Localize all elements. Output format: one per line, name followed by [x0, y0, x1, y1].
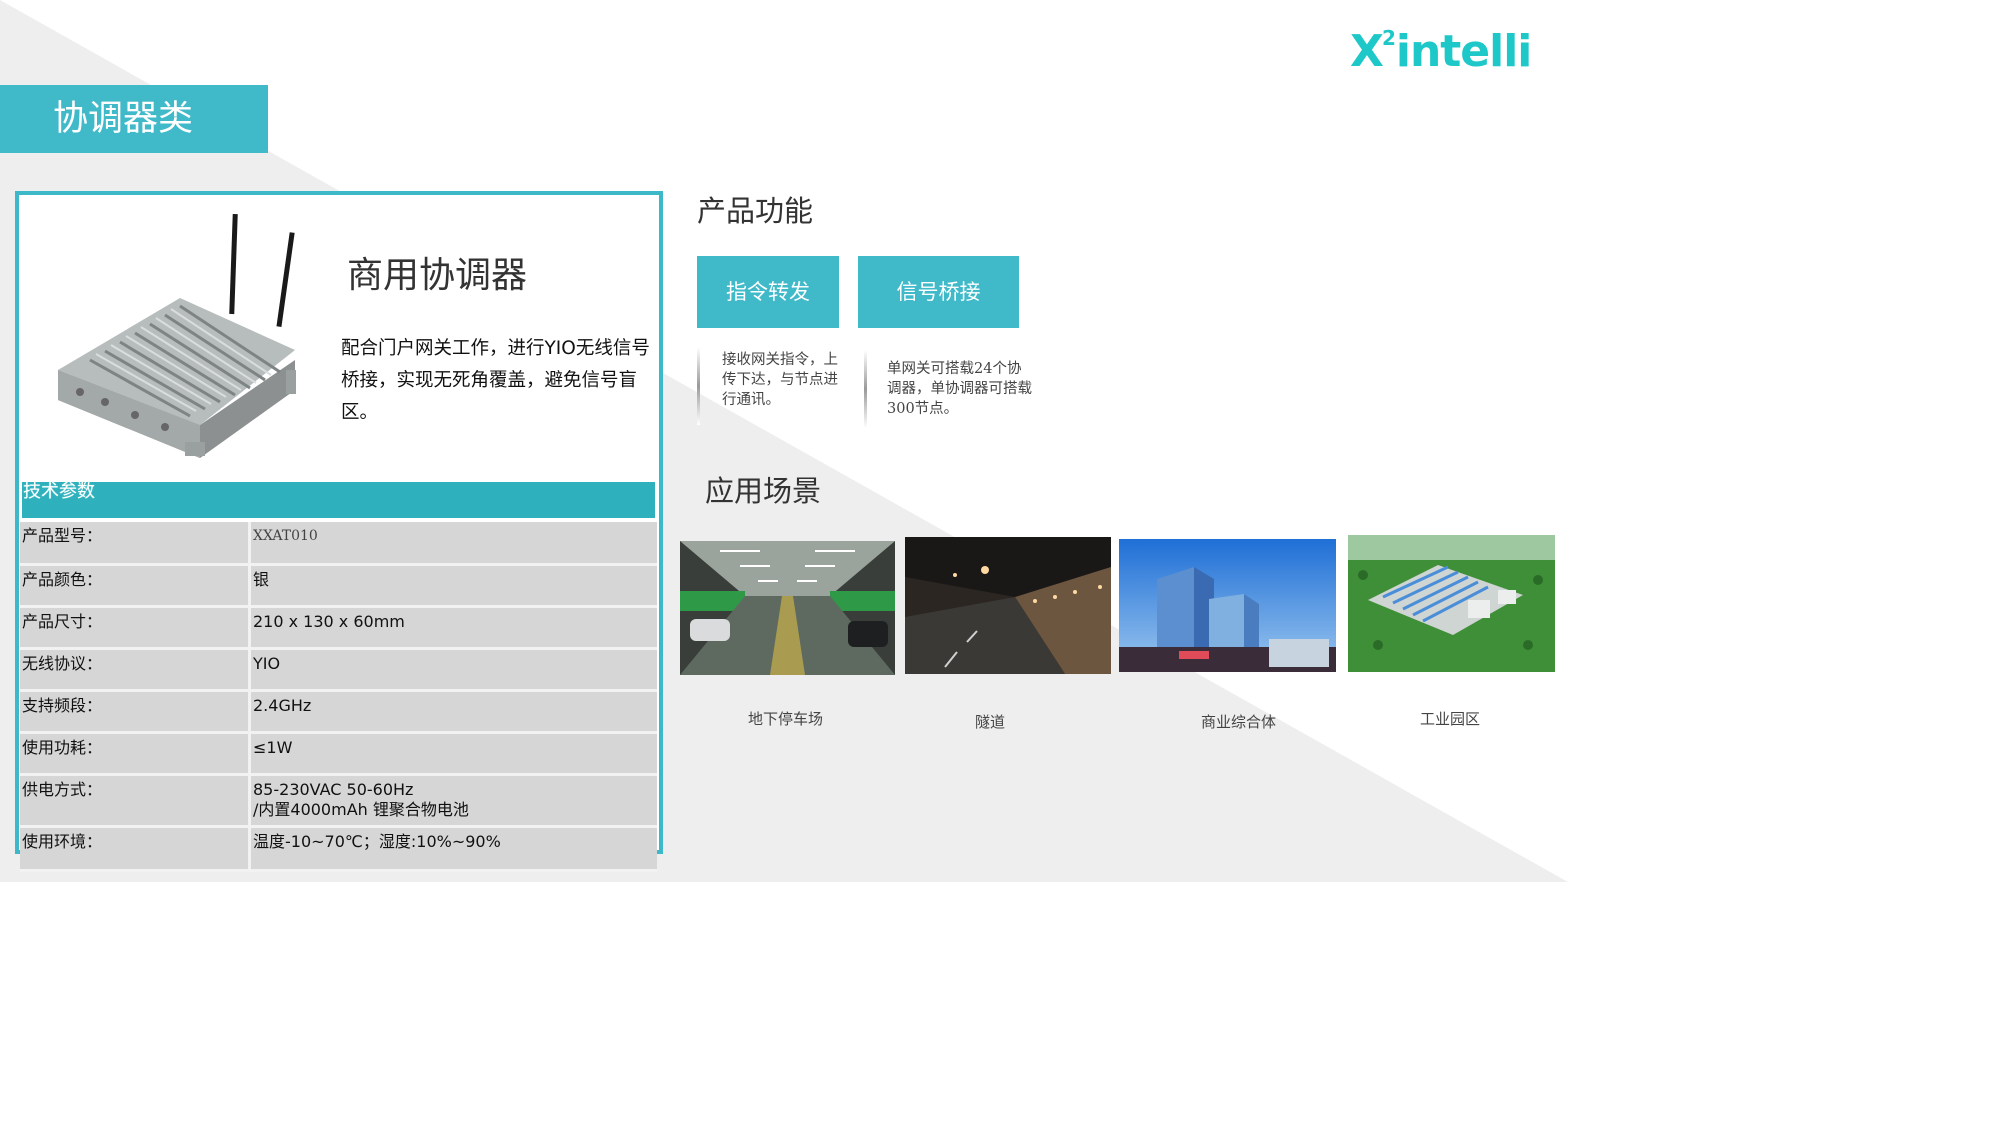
- industrial-park-image: [1348, 535, 1555, 672]
- feature-command-forward-button[interactable]: 指令转发: [697, 256, 839, 328]
- spec-value: 210 x 130 x 60mm: [249, 606, 657, 650]
- spec-value: XXAT010: [249, 522, 657, 566]
- table-row: 产品型号： XXAT010: [20, 522, 657, 566]
- feature-divider: [864, 350, 867, 428]
- product-name: 商用协调器: [347, 255, 528, 296]
- scenarios-title: 应用场景: [705, 474, 822, 508]
- table-row: 产品尺寸： 210 x 130 x 60mm: [20, 606, 657, 650]
- brand-logo: X 2 intelli: [1350, 26, 1533, 78]
- tunnel-image: [905, 537, 1111, 674]
- coordinator-device-image: [58, 213, 296, 458]
- spec-label: 无线协议：: [20, 648, 251, 692]
- scenario-caption: 商业综合体: [1201, 713, 1277, 731]
- feature-divider: [697, 347, 700, 425]
- logo-superscript: 2: [1381, 26, 1396, 50]
- table-row: 使用功耗： ≤1W: [20, 732, 657, 776]
- spec-label: 产品型号：: [20, 522, 251, 566]
- spec-table-header: 技术参数: [22, 482, 655, 518]
- table-row: 无线协议： YIO: [20, 648, 657, 692]
- table-row: 供电方式： 85-230VAC 50-60Hz /内置4000mAh 锂聚合物电…: [20, 774, 657, 828]
- spec-label: 使用环境：: [20, 826, 251, 872]
- spec-label: 使用功耗：: [20, 732, 251, 776]
- logo-x: X: [1350, 26, 1384, 77]
- logo-word: intelli: [1395, 26, 1533, 77]
- spec-value: 2.4GHz: [249, 690, 657, 734]
- product-description: 配合门户网关工作，进行YIO无线信号桥接，实现无死角覆盖，避免信号盲区。: [341, 338, 650, 423]
- functions-title: 产品功能: [697, 194, 814, 228]
- spec-label: 产品颜色：: [20, 564, 251, 608]
- feature-signal-bridge-button[interactable]: 信号桥接: [858, 256, 1019, 328]
- spec-value: 85-230VAC 50-60Hz /内置4000mAh 锂聚合物电池: [249, 774, 657, 828]
- spec-value: 银: [249, 564, 657, 608]
- spec-value: 温度-10~70℃；湿度:10%~90%: [249, 826, 657, 872]
- scenario-caption: 地下停车场: [748, 710, 824, 728]
- spec-value: YIO: [249, 648, 657, 692]
- category-title: 协调器类: [0, 85, 268, 153]
- spec-label: 产品尺寸：: [20, 606, 251, 650]
- spec-value: ≤1W: [249, 732, 657, 776]
- parking-garage-image: [680, 541, 895, 675]
- feature-signal-bridge-description: 单网关可搭载24个协调器，单协调器可搭载300节点。: [887, 361, 1032, 417]
- spec-label: 支持频段：: [20, 690, 251, 734]
- scenario-caption: 工业园区: [1420, 710, 1481, 728]
- commercial-complex-image: [1119, 539, 1336, 672]
- spec-table: 产品型号： XXAT010 产品颜色： 银 产品尺寸： 210 x 130 x …: [20, 522, 657, 872]
- feature-command-forward-description: 接收网关指令，上传下达，与节点进行通讯。: [722, 352, 838, 408]
- table-row: 使用环境： 温度-10~70℃；湿度:10%~90%: [20, 826, 657, 872]
- table-row: 支持频段： 2.4GHz: [20, 690, 657, 734]
- spec-label: 供电方式：: [20, 774, 251, 828]
- table-row: 产品颜色： 银: [20, 564, 657, 608]
- scenario-caption: 隧道: [975, 713, 1006, 731]
